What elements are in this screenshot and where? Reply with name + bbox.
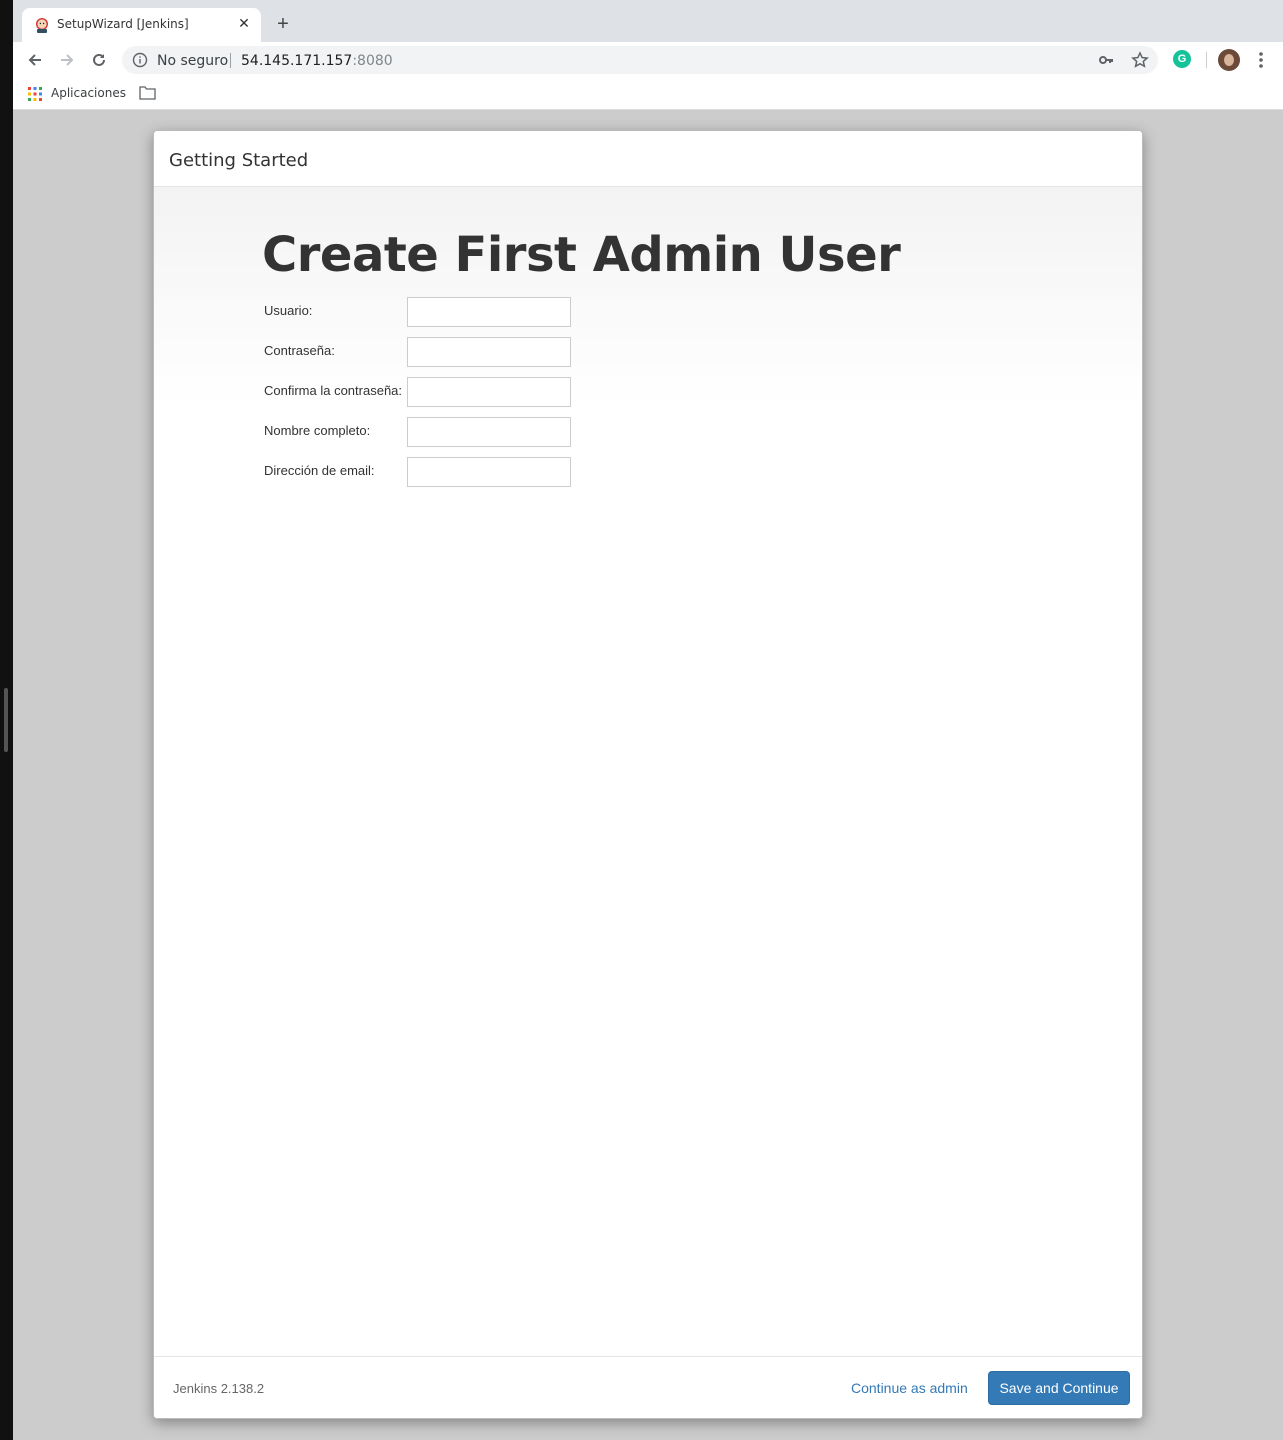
confirm-password-input[interactable] xyxy=(407,377,571,407)
divider xyxy=(230,53,231,68)
version-label: Jenkins 2.138.2 xyxy=(173,1381,265,1396)
url-port: :8080 xyxy=(352,53,393,69)
save-and-continue-button[interactable]: Save and Continue xyxy=(988,1371,1130,1405)
jenkins-favicon-icon xyxy=(36,18,48,33)
star-icon[interactable] xyxy=(1131,51,1149,69)
continue-as-admin-button[interactable]: Continue as admin xyxy=(851,1380,968,1396)
fullname-label: Nombre completo: xyxy=(264,423,371,438)
address-bar[interactable]: No seguro 54.145.171.157:8080 xyxy=(122,46,1158,74)
dialog-header: Getting Started xyxy=(154,131,1142,187)
dialog-title: Getting Started xyxy=(169,150,309,171)
dialog-body: Create First Admin User Usuario: Contras… xyxy=(154,187,1142,1357)
dialog-footer: Jenkins 2.138.2 Continue as admin Save a… xyxy=(154,1356,1142,1418)
avatar-face xyxy=(1224,54,1234,66)
browser-chrome: SetupWizard [Jenkins] ✕ + No seguro 54.1… xyxy=(13,0,1283,110)
menu-dots-icon[interactable] xyxy=(1253,51,1269,69)
reload-icon xyxy=(93,53,105,66)
forward-button[interactable] xyxy=(56,49,78,71)
password-input[interactable] xyxy=(407,337,571,367)
tab-title: SetupWizard [Jenkins] xyxy=(57,17,189,31)
reload-button[interactable] xyxy=(88,49,110,71)
resize-handle[interactable] xyxy=(4,688,8,752)
email-label: Dirección de email: xyxy=(264,463,375,478)
back-button[interactable] xyxy=(24,49,46,71)
password-label: Contraseña: xyxy=(264,343,335,358)
folder-icon[interactable] xyxy=(139,86,156,100)
info-icon[interactable] xyxy=(132,52,148,68)
username-label: Usuario: xyxy=(264,303,313,318)
divider xyxy=(1206,52,1207,68)
back-arrow-icon xyxy=(28,54,41,66)
tab-bar: SetupWizard [Jenkins] ✕ + xyxy=(13,0,1283,42)
security-label[interactable]: No seguro xyxy=(157,53,228,69)
page-title: Create First Admin User xyxy=(262,227,901,283)
username-input[interactable] xyxy=(407,297,571,327)
fullname-input[interactable] xyxy=(407,417,571,447)
url-text[interactable]: 54.145.171.157:8080 xyxy=(241,53,393,69)
desktop-edge xyxy=(0,0,13,1440)
new-tab-button[interactable]: + xyxy=(272,13,294,35)
setup-wizard-dialog: Getting Started Create First Admin User … xyxy=(153,130,1143,1419)
bookmarks-bar: Aplicaciones xyxy=(13,78,1283,110)
key-icon[interactable] xyxy=(1098,52,1114,68)
url-host: 54.145.171.157 xyxy=(241,53,353,69)
forward-arrow-icon xyxy=(61,54,74,66)
email-input[interactable] xyxy=(407,457,571,487)
avatar[interactable] xyxy=(1218,49,1240,71)
confirm-password-label: Confirma la contraseña: xyxy=(264,383,403,398)
close-tab-icon[interactable]: ✕ xyxy=(235,14,253,32)
grammarly-letter: G xyxy=(1177,53,1187,65)
apps-bookmark-label[interactable]: Aplicaciones xyxy=(51,86,126,100)
apps-grid-icon[interactable] xyxy=(28,87,42,101)
grammarly-icon[interactable]: G xyxy=(1173,50,1191,68)
tab-setupwizard[interactable]: SetupWizard [Jenkins] ✕ xyxy=(22,8,261,42)
toolbar: No seguro 54.145.171.157:8080 G xyxy=(13,42,1283,78)
